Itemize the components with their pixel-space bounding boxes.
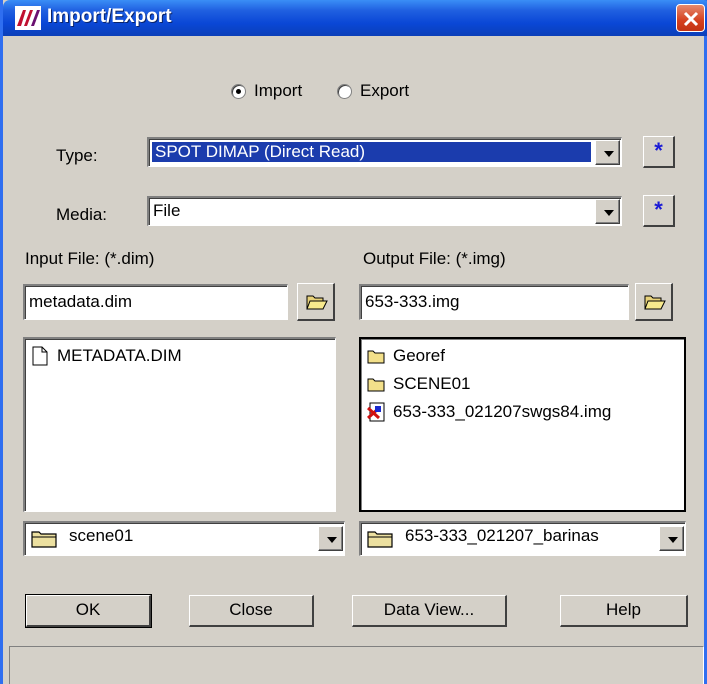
input-directory-value: scene01 <box>69 526 134 545</box>
close-button[interactable]: Close <box>189 595 314 627</box>
file-name: Georef <box>393 346 445 365</box>
status-bar <box>9 646 704 684</box>
list-item[interactable]: METADATA.DIM <box>31 343 182 369</box>
output-directory-select[interactable]: 653-333_021207_barinas <box>359 521 686 556</box>
export-radio[interactable]: Export <box>337 80 409 102</box>
media-select[interactable]: File <box>147 196 622 226</box>
input-file-label: Input File: (*.dim) <box>25 249 155 268</box>
type-dropdown-button[interactable] <box>595 140 620 165</box>
output-directory-dropdown-button[interactable] <box>659 526 684 551</box>
asterisk-icon: * <box>654 138 663 163</box>
media-dropdown-button[interactable] <box>595 199 620 224</box>
title-bar[interactable]: Import/Export <box>3 0 707 36</box>
data-view-button[interactable]: Data View... <box>352 595 507 627</box>
type-select-value: SPOT DIMAP (Direct Read) <box>152 142 591 162</box>
import-radio-dot[interactable] <box>231 83 246 99</box>
file-name: 653-333_021207swgs84.img <box>393 402 612 421</box>
folder-icon <box>31 531 57 548</box>
close-window-button[interactable] <box>676 4 705 32</box>
input-directory-select[interactable]: scene01 <box>23 521 345 556</box>
input-file-value: metadata.dim <box>29 292 132 311</box>
ok-button[interactable]: OK <box>25 594 152 628</box>
import-radio[interactable]: Import <box>231 80 302 102</box>
folder-icon <box>367 378 385 392</box>
import-radio-label: Import <box>254 81 303 100</box>
import-export-dialog: Import/Export Import Export Type: SPOT D… <box>0 0 707 684</box>
output-file-field[interactable]: 653-333.img <box>359 284 629 320</box>
list-item[interactable]: SCENE01 <box>367 371 470 397</box>
image-file-icon <box>367 402 385 422</box>
type-label: Type: <box>56 146 98 165</box>
list-item[interactable]: Georef <box>367 343 445 369</box>
open-folder-icon <box>644 295 666 310</box>
list-item[interactable]: 653-333_021207swgs84.img <box>367 399 611 425</box>
output-directory-value: 653-333_021207_barinas <box>405 526 599 545</box>
window-title: Import/Export <box>47 6 172 27</box>
folder-icon <box>367 531 393 548</box>
output-browse-button[interactable] <box>635 283 673 321</box>
type-select[interactable]: SPOT DIMAP (Direct Read) <box>147 137 622 167</box>
open-folder-icon <box>306 295 328 310</box>
media-label: Media: <box>56 205 108 224</box>
input-directory-dropdown-button[interactable] <box>318 526 343 551</box>
file-name: METADATA.DIM <box>57 346 182 365</box>
asterisk-icon: * <box>654 197 663 222</box>
export-radio-dot[interactable] <box>337 83 352 99</box>
folder-icon <box>367 350 385 364</box>
export-radio-label: Export <box>360 81 410 100</box>
input-browse-button[interactable] <box>297 283 335 321</box>
close-icon <box>683 11 699 27</box>
document-icon <box>32 346 48 366</box>
media-select-value: File <box>153 201 181 220</box>
output-file-value: 653-333.img <box>365 292 460 311</box>
input-file-field[interactable]: metadata.dim <box>23 284 288 320</box>
media-options-button[interactable]: * <box>643 195 675 227</box>
type-options-button[interactable]: * <box>643 136 675 168</box>
output-file-label: Output File: (*.img) <box>363 249 506 268</box>
app-logo-icon <box>15 6 41 30</box>
help-button[interactable]: Help <box>560 595 688 627</box>
input-file-list[interactable]: METADATA.DIM <box>23 337 336 512</box>
file-name: SCENE01 <box>393 374 471 393</box>
output-file-list[interactable]: Georef SCENE01 653-333_021207swgs84.img <box>359 337 686 512</box>
